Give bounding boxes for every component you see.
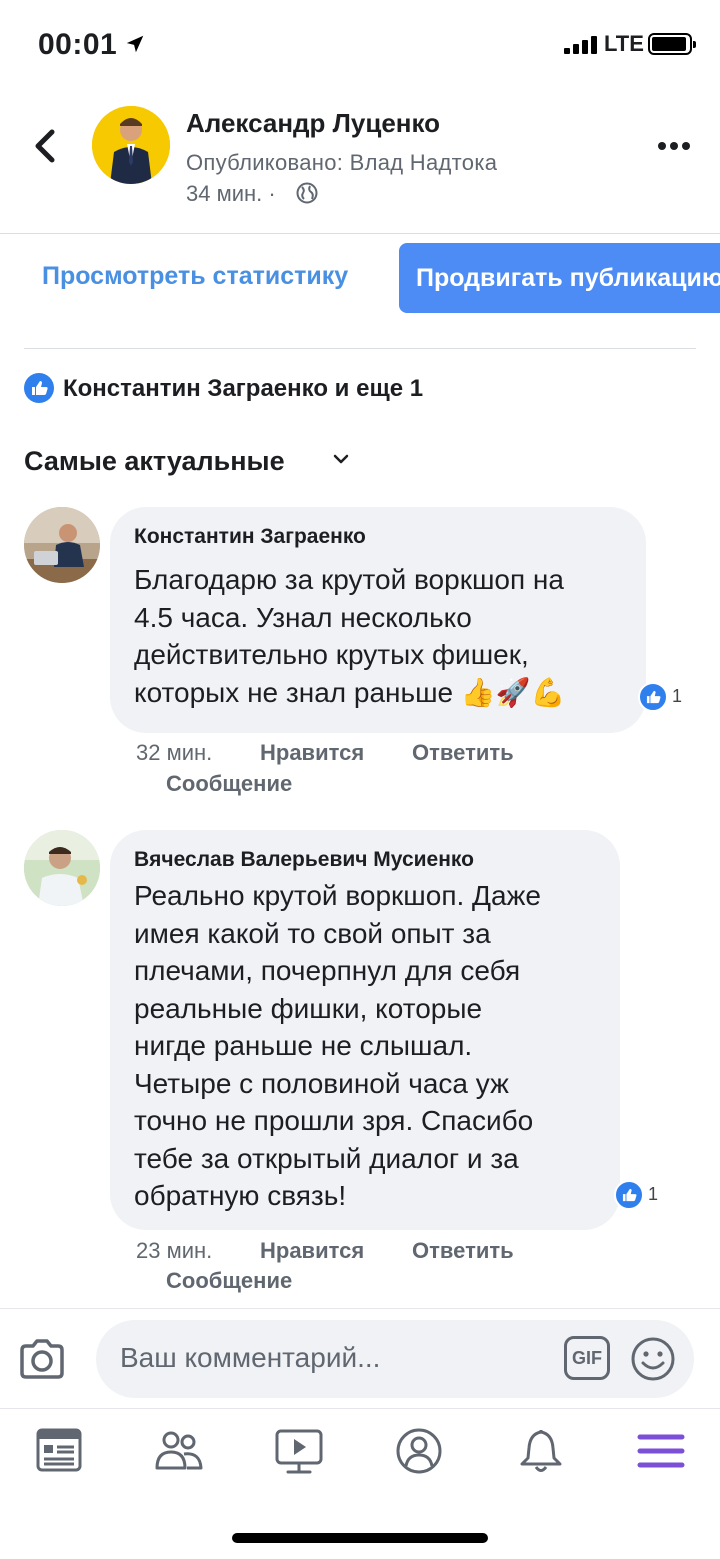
comment-message-button[interactable]: Сообщение	[166, 771, 292, 797]
comment-text: Благодарю за крутой воркшоп на 4.5 часа.…	[134, 564, 566, 708]
commenter-avatar[interactable]	[24, 830, 100, 906]
globe-icon	[296, 182, 318, 204]
author-name[interactable]: Александр Луценко	[186, 108, 440, 139]
comment-author[interactable]: Вячеслав Валерьевич Мусиенко	[134, 848, 474, 872]
location-arrow-icon	[126, 35, 144, 53]
comment-sort-label[interactable]: Самые актуальные	[24, 446, 285, 477]
camera-icon[interactable]	[18, 1338, 66, 1380]
news-feed-tab-icon[interactable]	[34, 1426, 84, 1476]
friends-tab-icon[interactable]	[154, 1426, 204, 1476]
status-time: 00:01	[38, 28, 118, 61]
more-options-icon[interactable]	[656, 140, 692, 152]
network-type: LTE	[604, 31, 644, 56]
like-reaction-icon	[24, 373, 54, 403]
emoji-icon[interactable]	[630, 1336, 676, 1382]
profile-tab-icon[interactable]	[394, 1426, 444, 1476]
comment-input-placeholder: Ваш комментарий...	[120, 1342, 381, 1373]
divider	[0, 1408, 720, 1409]
home-indicator	[232, 1533, 488, 1543]
promote-post-button[interactable]: Продвигать публикацию	[399, 243, 720, 313]
notifications-bell-icon[interactable]	[516, 1426, 566, 1476]
published-by[interactable]: Опубликовано: Влад Надтока	[186, 150, 497, 176]
like-count-value: 1	[672, 686, 683, 706]
back-arrow-icon[interactable]	[28, 124, 64, 168]
commenter-avatar[interactable]	[24, 507, 100, 583]
comment-like-button[interactable]: Нравится	[260, 740, 364, 766]
comment-bubble[interactable]: Вячеслав Валерьевич Мусиенко Реально кру…	[110, 830, 620, 1230]
comment-like-count[interactable]: 1	[636, 680, 686, 714]
menu-tab-icon[interactable]	[636, 1426, 686, 1476]
comment-text: Реально крутой воркшоп. Даже имея какой …	[134, 880, 541, 1211]
like-reaction-icon	[638, 682, 668, 712]
divider	[0, 1308, 720, 1309]
comment-input[interactable]: Ваш комментарий... GIF	[96, 1320, 694, 1398]
post-timestamp[interactable]: 34 мин. ·	[186, 181, 276, 207]
comment-time: 23 мин.	[136, 1238, 213, 1263]
comment-time: 32 мин.	[136, 740, 213, 765]
battery-icon	[648, 33, 696, 55]
post-header: Александр Луценко Опубликовано: Влад Над…	[0, 96, 720, 234]
status-bar: 00:01 LTE	[0, 0, 720, 90]
view-stats-link[interactable]: Просмотреть статистику	[42, 262, 348, 291]
reactions-text: Константин Заграенко и еще 1	[63, 375, 424, 402]
person-photo-icon	[92, 106, 170, 184]
comment-like-count[interactable]: 1	[612, 1178, 662, 1212]
comment-like-button[interactable]: Нравится	[260, 1238, 364, 1264]
signal-icon	[564, 36, 598, 54]
person-photo-icon	[24, 507, 100, 583]
comment-author[interactable]: Константин Заграенко	[134, 525, 366, 549]
person-photo-icon	[24, 830, 100, 906]
chevron-down-icon[interactable]	[332, 452, 350, 466]
like-count-value: 1	[648, 1184, 659, 1204]
author-avatar[interactable]	[92, 106, 170, 184]
comment-reply-button[interactable]: Ответить	[412, 1238, 514, 1264]
watch-tab-icon[interactable]	[274, 1426, 324, 1476]
comment-reply-button[interactable]: Ответить	[412, 740, 514, 766]
divider	[24, 348, 696, 349]
gif-icon[interactable]: GIF	[564, 1336, 610, 1380]
comment-message-button[interactable]: Сообщение	[166, 1268, 292, 1294]
comment-bubble[interactable]: Константин Заграенко Благодарю за крутой…	[110, 507, 646, 733]
like-reaction-icon	[614, 1180, 644, 1210]
